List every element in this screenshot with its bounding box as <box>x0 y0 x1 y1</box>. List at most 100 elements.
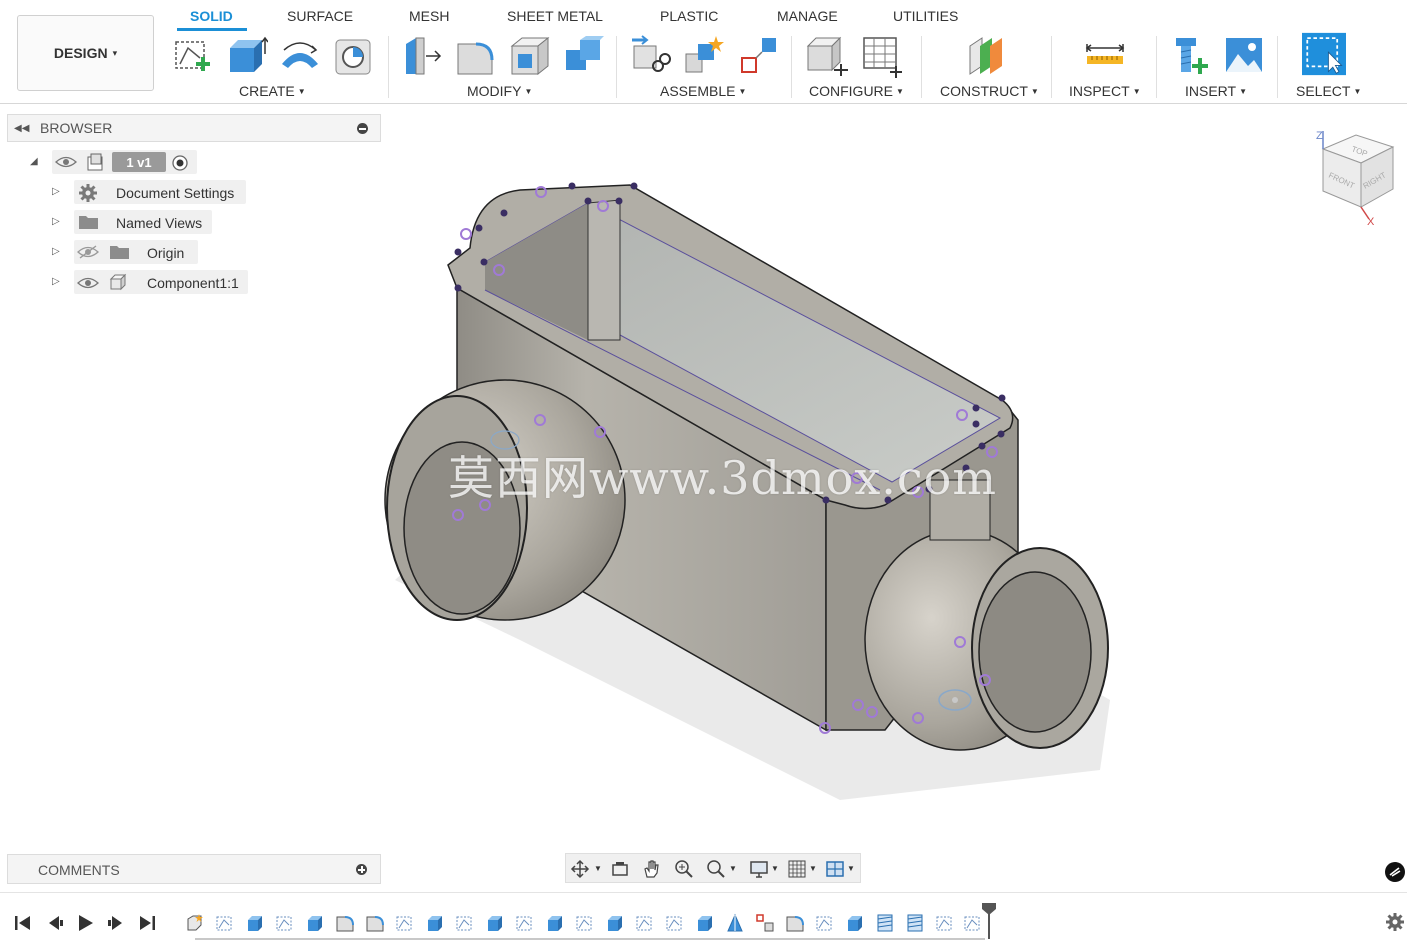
timeline-sketch-icon[interactable] <box>455 913 475 933</box>
timeline-fillet-icon[interactable] <box>335 913 355 933</box>
expand-triangle-icon[interactable]: ▷ <box>52 216 60 227</box>
tab-plastic[interactable]: PLASTIC <box>660 8 718 28</box>
configure-table-icon[interactable] <box>806 34 850 78</box>
configure-rows-icon[interactable] <box>860 34 904 78</box>
timeline-joint-icon[interactable] <box>755 913 775 933</box>
tab-mesh[interactable]: MESH <box>409 8 449 28</box>
timeline-sketch-icon[interactable] <box>275 913 295 933</box>
timeline-extrude-icon[interactable] <box>485 913 505 933</box>
timeline-extrude-icon[interactable] <box>605 913 625 933</box>
timeline-sketch-icon[interactable] <box>635 913 655 933</box>
timeline-sketch-icon[interactable] <box>963 913 983 933</box>
add-comment-icon[interactable] <box>356 864 367 875</box>
eye-icon[interactable] <box>55 155 77 169</box>
modify-menu[interactable]: MODIFY ▼ <box>467 83 532 99</box>
timeline-track[interactable] <box>195 938 985 940</box>
expand-triangle-icon[interactable]: ▷ <box>52 276 60 287</box>
create-menu[interactable]: CREATE ▼ <box>239 83 306 99</box>
tab-sheet-metal[interactable]: SHEET METAL <box>507 8 603 28</box>
measure-icon[interactable] <box>1083 34 1127 78</box>
insert-mcmaster-icon[interactable] <box>1170 34 1214 78</box>
step-forward-icon[interactable] <box>107 915 125 931</box>
look-at-icon[interactable] <box>610 859 630 879</box>
as-built-joint-icon[interactable] <box>738 34 782 78</box>
timeline-extrude-icon[interactable] <box>695 913 715 933</box>
inspect-menu[interactable]: INSPECT ▼ <box>1069 83 1141 99</box>
timeline-fillet-icon[interactable] <box>365 913 385 933</box>
timeline-extrude-icon[interactable] <box>845 913 865 933</box>
radio-activate-icon[interactable] <box>171 154 189 172</box>
timeline-thread-icon[interactable] <box>905 913 925 933</box>
construct-menu[interactable]: CONSTRUCT ▼ <box>940 83 1039 99</box>
root-document-name[interactable]: 1 v1 <box>112 152 166 172</box>
extrude-icon[interactable] <box>224 34 269 78</box>
grid-icon[interactable] <box>787 859 807 879</box>
timeline-sketch-icon[interactable] <box>665 913 685 933</box>
select-icon[interactable] <box>1302 32 1352 80</box>
tab-utilities[interactable]: UTILITIES <box>893 8 958 28</box>
timeline-extrude-icon[interactable] <box>425 913 445 933</box>
go-to-end-icon[interactable] <box>138 915 156 931</box>
timeline-fillet-icon[interactable] <box>785 913 805 933</box>
joint-icon[interactable] <box>684 34 728 78</box>
timeline-marker-handle[interactable] <box>982 903 996 939</box>
shell-icon[interactable] <box>508 34 552 78</box>
step-back-icon[interactable] <box>46 915 64 931</box>
tab-manage[interactable]: MANAGE <box>777 8 838 28</box>
minimize-icon[interactable] <box>357 123 368 134</box>
timeline-sketch-icon[interactable] <box>395 913 415 933</box>
tab-surface[interactable]: SURFACE <box>287 8 353 28</box>
offset-plane-icon[interactable] <box>966 34 1010 78</box>
chevron-down-icon[interactable]: ▼ <box>729 864 737 873</box>
tab-solid[interactable]: SOLID <box>190 8 233 28</box>
timeline-sketch-icon[interactable] <box>515 913 535 933</box>
timeline-settings-gear-icon[interactable] <box>1385 912 1405 932</box>
insert-image-icon[interactable] <box>1222 34 1266 78</box>
collapse-triangle-icon[interactable]: ◢ <box>30 156 38 167</box>
revolve-icon[interactable] <box>278 34 322 78</box>
collapse-icon[interactable]: ◀◀ <box>14 123 34 134</box>
fillet-icon[interactable] <box>454 34 498 78</box>
timeline-sketch-icon[interactable] <box>935 913 955 933</box>
new-component-icon[interactable] <box>630 34 674 78</box>
play-icon[interactable] <box>77 915 95 931</box>
eye-icon[interactable] <box>77 276 99 290</box>
pan-icon[interactable] <box>641 859 661 879</box>
document-icon <box>87 153 103 171</box>
orbit-icon[interactable] <box>570 859 590 879</box>
display-settings-icon[interactable] <box>749 859 769 879</box>
chevron-down-icon[interactable]: ▼ <box>771 864 779 873</box>
eye-hidden-icon[interactable] <box>77 245 99 259</box>
comments-panel[interactable]: COMMENTS <box>7 854 381 884</box>
feedback-icon[interactable] <box>1385 862 1405 882</box>
fit-icon[interactable] <box>706 859 726 879</box>
go-to-start-icon[interactable] <box>14 915 32 931</box>
assemble-menu[interactable]: ASSEMBLE ▼ <box>660 83 746 99</box>
chevron-down-icon[interactable]: ▼ <box>594 864 602 873</box>
create-sketch-icon[interactable] <box>170 34 214 78</box>
insert-menu[interactable]: INSERT ▼ <box>1185 83 1247 99</box>
timeline-draft-icon[interactable] <box>725 913 745 933</box>
expand-triangle-icon[interactable]: ▷ <box>52 186 60 197</box>
press-pull-icon[interactable] <box>400 34 444 78</box>
timeline-extrude-icon[interactable] <box>545 913 565 933</box>
timeline-sketch-icon[interactable] <box>575 913 595 933</box>
timeline-thread-icon[interactable] <box>875 913 895 933</box>
timeline-sketch-icon[interactable] <box>215 913 235 933</box>
expand-triangle-icon[interactable]: ▷ <box>52 246 60 257</box>
timeline-extrude-icon[interactable] <box>305 913 325 933</box>
zoom-icon[interactable] <box>674 859 694 879</box>
viewports-icon[interactable] <box>825 859 845 879</box>
timeline-sketch-icon[interactable] <box>815 913 835 933</box>
workspace-switcher[interactable]: DESIGN ▾ <box>17 15 154 91</box>
hole-icon[interactable] <box>332 34 376 78</box>
chevron-down-icon[interactable]: ▼ <box>847 864 855 873</box>
timeline-extrude-icon[interactable] <box>245 913 265 933</box>
combine-icon[interactable] <box>562 34 606 78</box>
chevron-down-icon[interactable]: ▼ <box>809 864 817 873</box>
select-menu[interactable]: SELECT ▼ <box>1296 83 1361 99</box>
viewcube[interactable]: TOP FRONT RIGHT Z X <box>1311 127 1401 227</box>
timeline-component-icon[interactable] <box>185 913 205 933</box>
browser-header[interactable]: ◀◀ BROWSER <box>7 114 381 142</box>
configure-menu[interactable]: CONFIGURE ▼ <box>809 83 904 99</box>
